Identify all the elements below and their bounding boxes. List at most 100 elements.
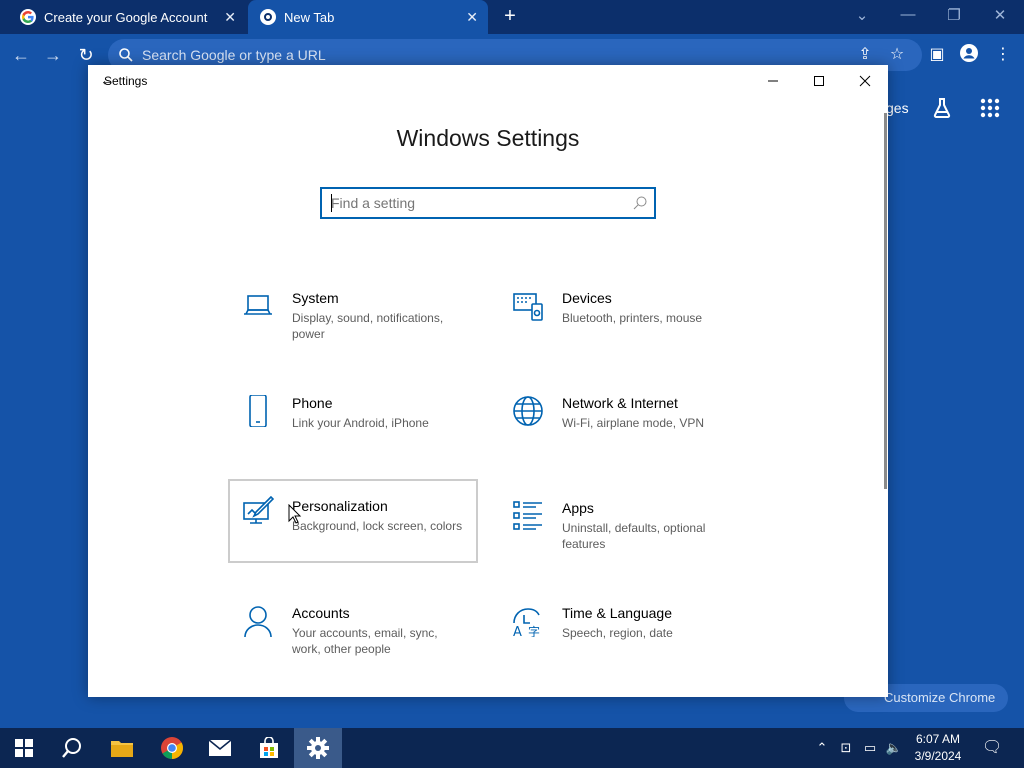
gear-icon	[307, 737, 329, 759]
taskbar-search-button[interactable]	[48, 728, 96, 768]
settings-taskbar-button[interactable]	[294, 728, 342, 768]
restore-browser-icon[interactable]: ❐	[944, 6, 964, 26]
new-tab-button[interactable]: +	[500, 6, 520, 26]
labs-flask-icon[interactable]	[929, 96, 955, 122]
windows-logo-icon	[15, 739, 33, 757]
tile-time-language[interactable]: A字 Time & Language Speech, region, date	[498, 599, 748, 683]
search-icon	[62, 738, 81, 758]
search-icon[interactable]	[632, 195, 648, 211]
maximize-icon	[814, 76, 824, 86]
minimize-icon	[768, 80, 778, 82]
settings-window: ← Settings Windows Settings System Displ…	[88, 65, 888, 697]
tile-name: Phone	[292, 395, 333, 411]
svg-text:字: 字	[528, 624, 540, 637]
customize-chrome-label: Customize Chrome	[884, 690, 996, 705]
folder-icon	[111, 741, 133, 757]
svg-text:A: A	[513, 625, 522, 637]
tile-name: System	[292, 290, 339, 306]
notifications-icon[interactable]: 🗨	[982, 738, 1002, 758]
find-setting-box[interactable]	[320, 187, 656, 219]
tile-name: Time & Language	[562, 605, 672, 621]
tile-accounts[interactable]: Accounts Your accounts, email, sync, wor…	[228, 599, 478, 683]
store-button[interactable]	[245, 728, 293, 768]
find-setting-input[interactable]	[331, 194, 621, 212]
scrollbar[interactable]	[884, 113, 887, 489]
laptop-icon	[244, 295, 272, 315]
bookmark-star-icon[interactable]: ☆	[886, 44, 908, 66]
tile-personalization[interactable]: Personalization Background, lock screen,…	[228, 479, 478, 563]
tile-description: Display, sound, notifications, power	[292, 311, 444, 341]
network-status-icon[interactable]: ⊡	[836, 738, 856, 758]
person-icon	[244, 606, 272, 637]
tab-create-google-account[interactable]: Create your Google Account ✕	[0, 0, 246, 34]
chrome-menu-icon[interactable]: ⋮	[992, 44, 1014, 66]
side-panel-icon[interactable]: ▣	[926, 44, 948, 66]
tile-network-internet[interactable]: Network & Internet Wi-Fi, airplane mode,…	[498, 389, 748, 473]
show-hidden-icons-icon[interactable]: ⌃	[812, 738, 832, 758]
globe-icon	[513, 396, 543, 426]
close-icon	[859, 75, 871, 87]
apps-list-icon	[513, 501, 542, 530]
tile-description: Link your Android, iPhone	[292, 416, 429, 430]
tile-system[interactable]: System Display, sound, notifications, po…	[228, 284, 478, 368]
tile-name: Personalization	[292, 498, 388, 514]
mail-button[interactable]	[196, 728, 244, 768]
phone-icon	[249, 395, 267, 427]
chrome-taskbar-button[interactable]	[148, 728, 196, 768]
tile-description: Background, lock screen, colors	[292, 519, 463, 533]
volume-muted-icon[interactable]: 🔈	[884, 738, 904, 758]
back-icon[interactable]: ←	[10, 44, 32, 66]
tile-name: Devices	[562, 290, 612, 306]
tile-devices[interactable]: Devices Bluetooth, printers, mouse	[498, 284, 748, 368]
tab-new-tab[interactable]: New Tab ✕	[248, 0, 488, 34]
devices-icon	[513, 293, 543, 321]
tile-description: Wi-Fi, airplane mode, VPN	[562, 416, 705, 430]
tile-name: Accounts	[292, 605, 350, 621]
reload-icon[interactable]: ↻	[75, 44, 97, 66]
taskbar-clock[interactable]: 6:07 AM 3/9/2024	[905, 731, 971, 765]
omnibox-input[interactable]	[142, 45, 742, 65]
tab-title: Create your Google Account	[44, 9, 208, 25]
tile-phone[interactable]: Phone Link your Android, iPhone	[228, 389, 478, 473]
tab-search-icon[interactable]: ⌄	[852, 6, 872, 26]
google-favicon-icon	[20, 9, 36, 25]
tile-description: Uninstall, defaults, optional features	[562, 521, 706, 551]
network-icon[interactable]: ▭	[860, 738, 880, 758]
search-icon	[119, 48, 133, 62]
images-link[interactable]: ges	[886, 100, 909, 116]
store-icon	[260, 737, 278, 758]
window-title: Settings	[104, 74, 148, 88]
chrome-icon	[161, 737, 183, 759]
share-icon[interactable]: ⇪	[854, 44, 876, 66]
minimize-button[interactable]	[750, 65, 796, 97]
google-apps-icon[interactable]	[977, 96, 1003, 122]
paint-icon	[243, 495, 274, 524]
mail-icon	[208, 739, 232, 756]
maximize-button[interactable]	[796, 65, 842, 97]
text-caret	[331, 194, 332, 212]
time-language-icon: A字	[513, 608, 540, 637]
clock-time: 6:07 AM	[915, 732, 961, 746]
forward-icon[interactable]: →	[42, 44, 64, 66]
tile-apps[interactable]: Apps Uninstall, defaults, optional featu…	[498, 494, 748, 578]
minimize-browser-icon[interactable]: —	[898, 6, 918, 26]
profile-avatar-icon[interactable]	[958, 44, 980, 66]
chrome-favicon-icon	[260, 9, 276, 25]
file-explorer-button[interactable]	[98, 728, 146, 768]
tile-description: Bluetooth, printers, mouse	[562, 311, 703, 325]
tile-name: Apps	[562, 500, 594, 516]
close-browser-icon[interactable]: ✕	[990, 6, 1010, 26]
mouse-cursor-icon	[288, 504, 302, 524]
settings-titlebar: ← Settings	[88, 65, 888, 97]
tab-title: New Tab	[284, 9, 335, 25]
clock-date: 3/9/2024	[914, 749, 962, 763]
tile-name: Network & Internet	[562, 395, 678, 411]
browser-tab-strip: Create your Google Account ✕ New Tab ✕ +…	[0, 0, 1024, 34]
close-tab-icon[interactable]: ✕	[224, 9, 236, 26]
tile-description: Your accounts, email, sync, work, other …	[292, 626, 438, 656]
start-button[interactable]	[0, 728, 48, 768]
tile-description: Speech, region, date	[562, 626, 673, 640]
close-tab-icon[interactable]: ✕	[466, 9, 478, 26]
close-button[interactable]	[842, 65, 888, 97]
page-title: Windows Settings	[396, 125, 580, 151]
